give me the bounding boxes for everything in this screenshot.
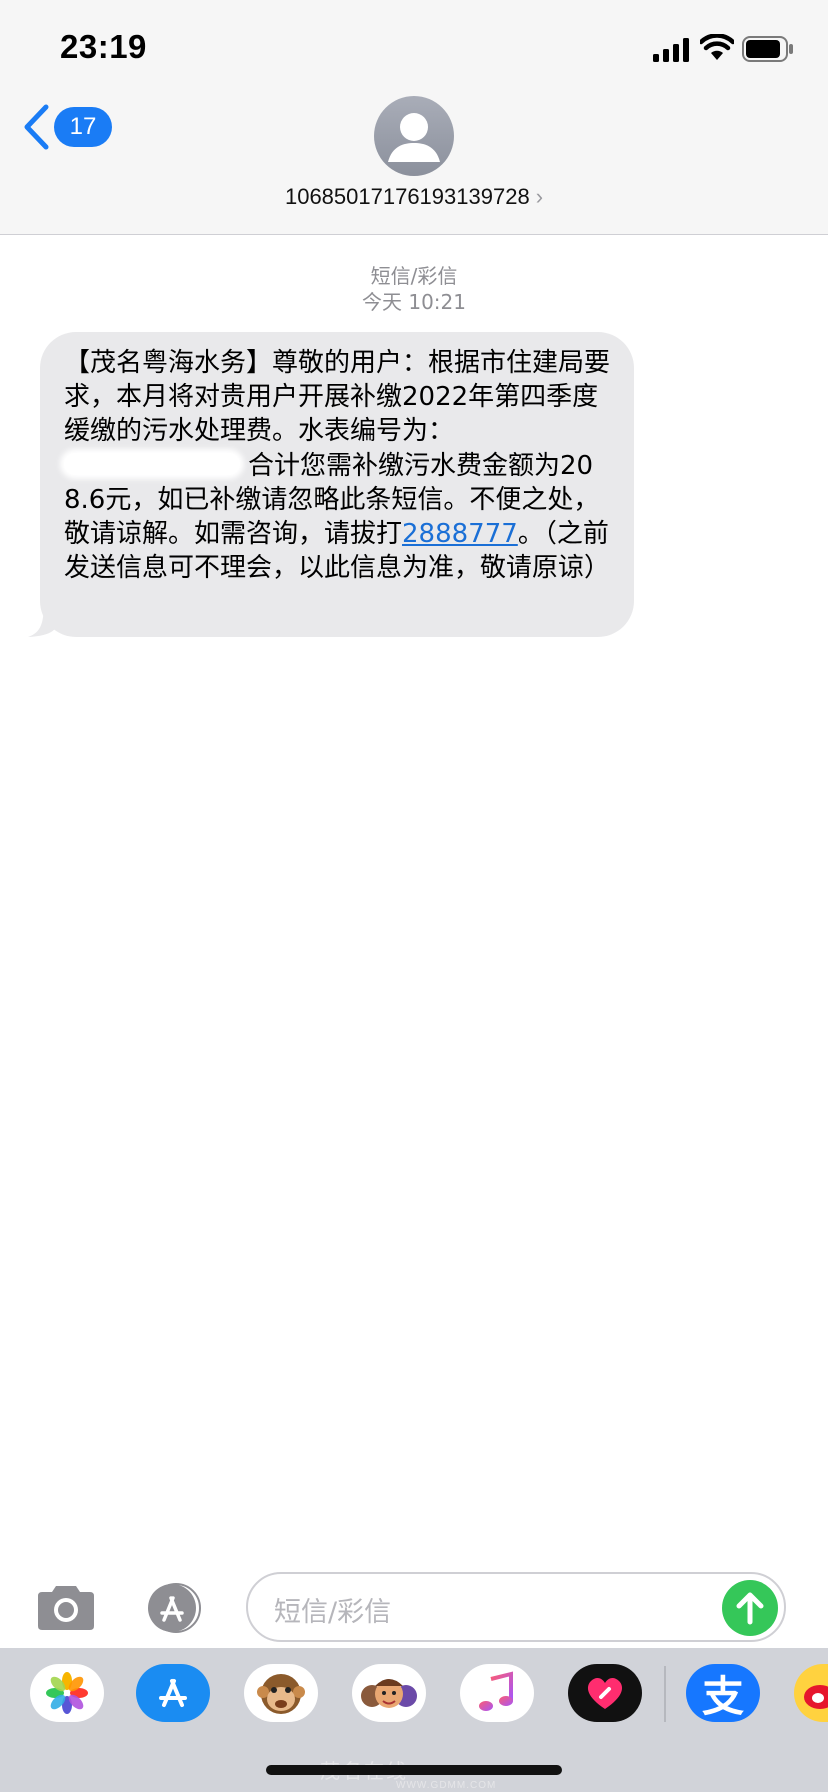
back-button[interactable]: 17 (22, 104, 112, 150)
sender-number[interactable]: 10685017176193139728 › (0, 184, 828, 210)
memoji-monkey-icon[interactable] (244, 1664, 318, 1722)
send-button[interactable] (722, 1580, 778, 1636)
status-time: 23:19 (60, 28, 147, 65)
alipay-icon[interactable]: 支 (686, 1664, 760, 1722)
redacted-meter-number (64, 453, 240, 476)
heart-app-icon[interactable] (568, 1664, 642, 1722)
battery-icon (742, 36, 793, 62)
sender-number-text: 10685017176193139728 (284, 184, 530, 209)
message-type-label: 短信/彩信 (370, 264, 458, 288)
person-icon (388, 113, 440, 162)
conversation-header: 23:19 17 10685017176193139728 › (0, 0, 828, 235)
incoming-message-bubble[interactable]: 【茂名粤海水务】尊敬的用户：根据市住建局要求，本月将对贵用户开展补缴2022年第… (40, 332, 634, 637)
photos-icon[interactable] (30, 1664, 104, 1722)
phone-link[interactable]: 2888777 (402, 519, 518, 549)
arrow-up-icon (736, 1592, 764, 1625)
message-part-1: 【茂名粤海水务】尊敬的用户：根据市住建局要求，本月将对贵用户开展补缴2022年第… (64, 348, 611, 447)
imessage-app-drawer: 支 茂名在线WWW.GDMM.COM (0, 1648, 828, 1792)
contact-avatar[interactable] (374, 96, 454, 176)
message-input[interactable]: 短信/彩信 (246, 1572, 786, 1642)
chevron-left-icon (24, 104, 49, 150)
app-store-icon[interactable] (136, 1664, 210, 1722)
cellular-signal-icon (653, 38, 689, 62)
app-store-drawer-icon[interactable] (140, 1582, 212, 1634)
music-icon[interactable] (460, 1664, 534, 1722)
wifi-icon (700, 34, 734, 60)
home-indicator[interactable] (266, 1765, 562, 1775)
message-text: 【茂名粤海水务】尊敬的用户：根据市住建局要求，本月将对贵用户开展补缴2022年第… (64, 346, 610, 585)
alipay-glyph: 支 (701, 1671, 744, 1721)
message-timestamp: 今天 10:21 (362, 290, 466, 314)
unread-count-badge: 17 (54, 107, 112, 147)
watermark-url: WWW.GDMM.COM (396, 1780, 497, 1791)
weibo-icon[interactable] (794, 1664, 828, 1722)
camera-icon[interactable] (34, 1584, 98, 1632)
message-input-placeholder: 短信/彩信 (274, 1597, 392, 1628)
chevron-right-icon: › (535, 184, 544, 209)
memoji-group-icon[interactable] (352, 1664, 426, 1722)
drawer-divider (664, 1666, 666, 1722)
